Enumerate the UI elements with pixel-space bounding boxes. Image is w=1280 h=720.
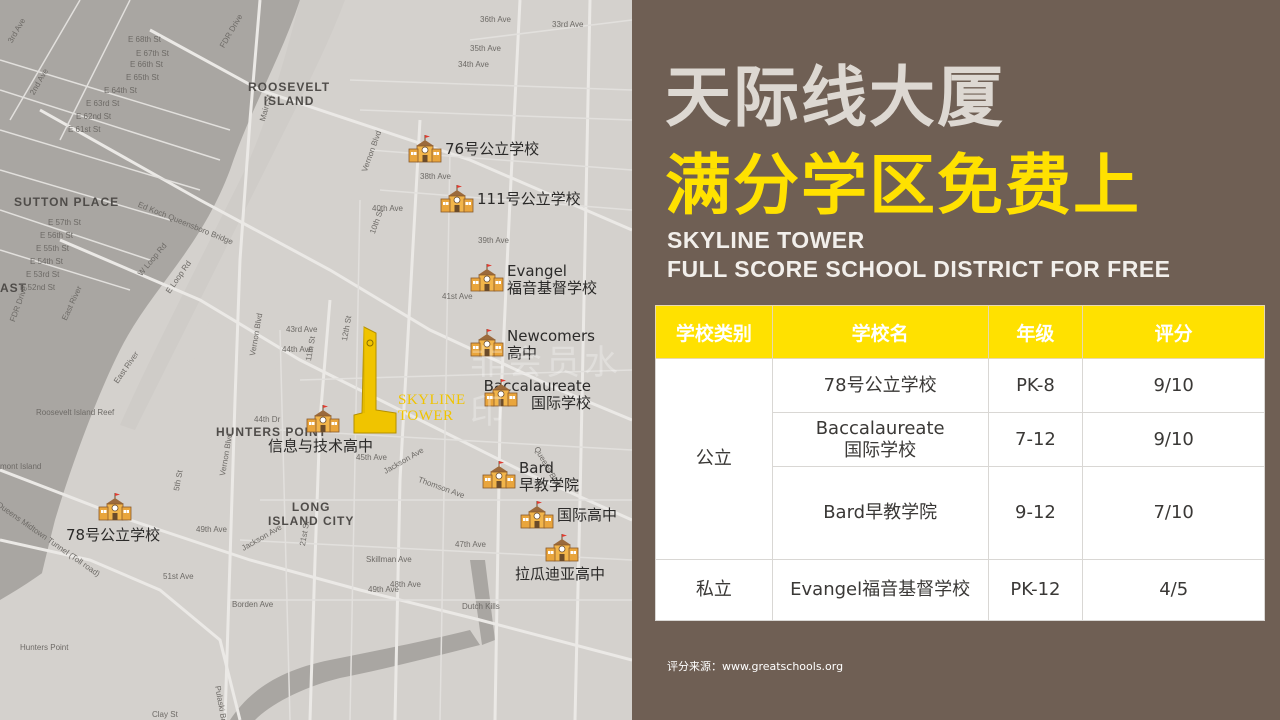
street-label: E 54th St [30,257,63,266]
street-label: 39th Ave [478,236,509,245]
school-marker-ps78[interactable] [98,492,132,522]
rating-cell: 9/10 [1082,358,1265,413]
street-label: Skillman Ave [366,555,412,564]
street-label: Hunters Point [20,643,69,652]
skyline-tower-label: SKYLINE TOWER [398,392,466,424]
page-title: 天际线大厦 [665,59,1005,136]
street-label: E 68th St [128,35,161,44]
street-label: 33rd Ave [552,20,584,29]
english-title-line-2: FULL SCORE SCHOOL DISTRICT FOR FREE [667,256,1171,282]
skyline-tower-building[interactable] [350,325,400,435]
table-header-row: 学校类别 学校名 年级 评分 [655,305,1265,359]
school-name-cell: 78号公立学校 [771,358,989,413]
header-rating: 评分 [1082,305,1265,359]
page-subtitle: 满分学区免费上 [665,147,1141,224]
rating-cell: 7/10 [1082,466,1265,560]
school-building-icon [545,533,579,563]
school-marker-label: 76号公立学校 [445,139,540,158]
school-building-icon [408,134,442,164]
school-marker-international-high[interactable]: 国际高中 [520,500,617,530]
street-label: E 55th St [36,244,69,253]
grade-cell: PK-8 [987,358,1084,413]
street-label: E 53rd St [26,270,60,279]
school-name-cell: Baccalaureate 国际学校 [771,412,989,467]
school-marker-label: 国际高中 [557,505,618,524]
grade-cell: 9-12 [987,466,1084,560]
street-label: E 56th St [40,231,73,240]
street-label: E 64th St [104,86,137,95]
school-name-cell: Evangel福音基督学校 [771,559,989,621]
school-building-icon [440,184,474,214]
street-label: 41st Ave [442,292,473,301]
street-label: E 57th St [48,218,81,227]
street-label: 51st Ave [163,572,194,581]
map[interactable]: ROOSEVELT ISLAND SUTTON PLACE AST HUNTERS… [0,0,632,720]
school-building-icon [470,264,504,295]
street-label: 49th Ave [196,525,227,534]
street-label: 43rd Ave [286,325,318,334]
street-label: mont Island [0,462,42,471]
school-marker-label: Bard 早教学院 [519,459,580,494]
school-table: 学校类别 学校名 年级 评分 公立 78号公立学校 PK-8 9/10 Bacc… [655,305,1265,621]
header-grade: 年级 [987,305,1084,359]
street-label: 35th Ave [470,44,501,53]
school-marker-label-laguardia: 拉瓜迪亚高中 [515,565,606,583]
watermark-text: 非会员水印 [470,343,622,432]
table-row: 私立 Evangel福音基督学校 PK-12 4/5 [655,559,1265,621]
street-label: E 63rd St [86,99,120,108]
school-marker-ps111[interactable]: 111号公立学校 [440,184,581,214]
school-building-icon [306,404,340,434]
street-label: Roosevelt Island Reef [36,408,115,417]
header-school-name: 学校名 [771,305,989,359]
street-label: 34th Ave [458,60,489,69]
rating-source-note: 评分来源：www.greatschools.org [667,660,844,673]
header-category: 学校类别 [655,305,773,359]
table-row: 公立 78号公立学校 PK-8 9/10 [655,358,1265,560]
rating-cell: 9/10 [1082,412,1265,467]
school-building-icon [482,461,516,492]
street-label: E 66th St [130,60,163,69]
street-label: E 67th St [136,49,169,58]
school-marker-laguardia-high[interactable] [545,533,579,563]
english-title-line-1: SKYLINE TOWER [667,227,865,253]
school-marker-label: 111号公立学校 [477,189,581,208]
school-marker-ps76[interactable]: 76号公立学校 [408,134,539,164]
street-label: Borden Ave [232,600,274,609]
school-marker-bard[interactable]: Bard 早教学院 [482,460,579,494]
street-label: 38th Ave [420,172,451,181]
area-label-sutton-place: SUTTON PLACE [14,195,120,209]
school-marker-evangel[interactable]: Evangel 福音基督学校 [470,263,597,297]
school-name-cell: Bard早教学院 [771,466,989,560]
street-label: Clay St [152,710,178,719]
rating-cell: 4/5 [1082,559,1265,621]
newtown-creek [230,630,480,720]
school-building-icon [98,492,132,522]
category-cell-private: 私立 [655,559,773,621]
street-label: E 65th St [126,73,159,82]
area-label-roosevelt-island: ROOSEVELT ISLAND [248,80,331,108]
grade-cell: 7-12 [987,412,1084,467]
grade-cell: PK-12 [987,559,1084,621]
street-label: 49th Ave [368,585,399,594]
street-label: 47th Ave [455,540,486,549]
street-label: Dutch Kills [462,602,500,611]
school-marker-label-ps78: 78号公立学校 [66,526,161,544]
school-marker-info-tech-high[interactable] [306,404,340,434]
school-marker-label-info-tech: 信息与技术高中 [268,437,374,455]
area-label-long-island-city: LONG ISLAND CITY [268,500,355,528]
street-label: E 62nd St [76,112,112,121]
school-marker-label: Evangel 福音基督学校 [507,262,598,297]
category-cell-public: 公立 [655,358,773,560]
street-label: E 61st St [68,125,101,134]
street-label: 44th Dr [254,415,281,424]
school-building-icon [520,500,554,530]
street-label: 36th Ave [480,15,511,24]
